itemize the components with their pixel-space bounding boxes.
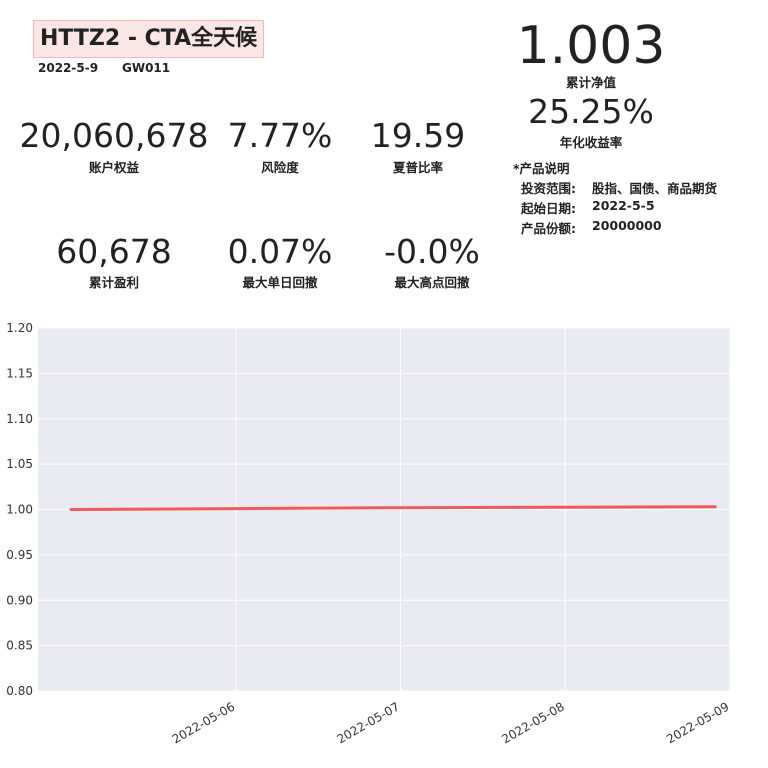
report-date: 2022-5-9: [38, 61, 99, 75]
product-scope-value: 股指、国债、商品期货: [592, 181, 718, 196]
y-tick-label: 1.20: [6, 321, 33, 335]
y-tick-label: 0.80: [6, 684, 33, 698]
y-tick-label: 0.85: [6, 639, 33, 653]
y-tick-label: 0.95: [6, 548, 33, 562]
annual-return-label: 年化收益率: [559, 135, 623, 150]
metric-value-equity: 20,060,678: [19, 116, 209, 155]
metric-label-max-peak-drawdown: 最大高点回撤: [394, 275, 470, 290]
report-title: HTTZ2 - CTA全天候: [33, 20, 265, 58]
product-shares-value: 20000000: [592, 218, 662, 233]
nav-line-chart: 0.80 0.85 0.90 0.95 1.00 1.05 1.10 1.15 1.20 2022…: [6, 321, 731, 746]
metric-value-risk: 7.77%: [227, 116, 333, 155]
annual-return-value: 25.25%: [528, 92, 654, 131]
y-tick-label: 1.05: [6, 457, 33, 471]
metric-label-sharpe: 夏普比率: [392, 160, 443, 175]
metric-value-sharpe: 19.59: [370, 116, 466, 155]
metric-value-max-daily-drawdown: 0.07%: [227, 232, 333, 271]
product-shares-key: 产品份额:: [521, 221, 576, 236]
nav-value: 1.003: [516, 16, 666, 76]
product-start-value: 2022-5-5: [592, 198, 655, 213]
metric-label-risk: 风险度: [261, 160, 299, 175]
y-tick-label: 1.00: [6, 503, 33, 517]
nav-label: 累计净值: [565, 75, 616, 90]
product-start-key: 起始日期:: [521, 201, 576, 216]
x-tick-label: 2022-05-07: [335, 699, 402, 746]
x-tick-label: 2022-05-09: [664, 699, 731, 746]
product-scope-key: 投资范围:: [521, 181, 576, 196]
product-heading: *产品说明: [513, 161, 570, 176]
y-tick-label: 0.90: [6, 593, 33, 607]
metric-label-profit: 累计盈利: [88, 275, 139, 290]
y-tick-label: 1.15: [6, 366, 33, 380]
product-code: GW011: [122, 61, 171, 75]
metric-value-max-peak-drawdown: -0.0%: [384, 232, 480, 271]
metric-label-equity: 账户权益: [88, 160, 139, 175]
metric-label-max-daily-drawdown: 最大单日回撤: [242, 275, 318, 290]
y-tick-label: 1.10: [6, 412, 33, 426]
metric-value-profit: 60,678: [56, 232, 172, 271]
x-tick-label: 2022-05-06: [170, 699, 237, 746]
x-tick-label: 2022-05-08: [499, 699, 566, 746]
